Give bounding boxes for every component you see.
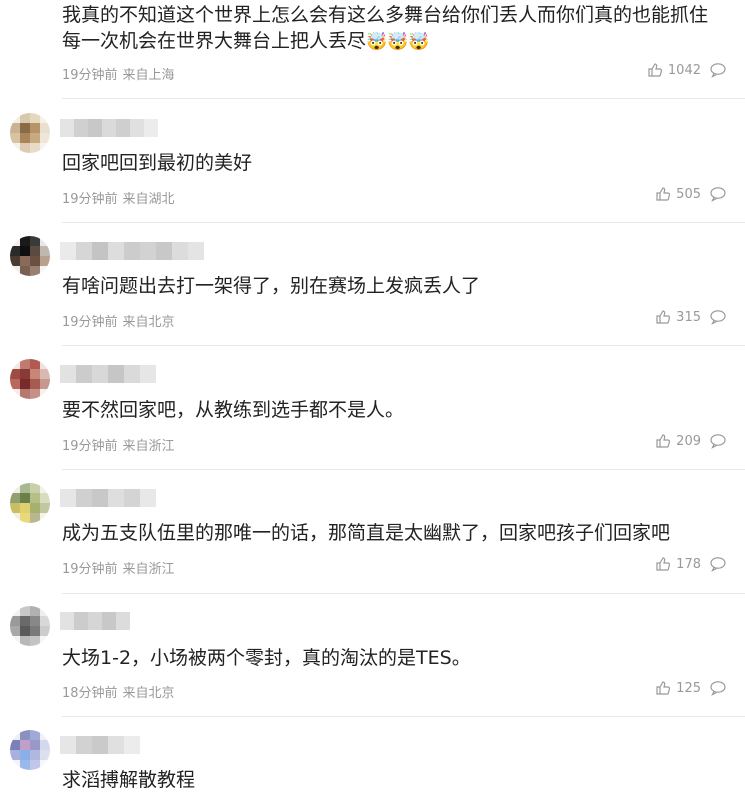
- thumbs-up-icon: [656, 310, 671, 324]
- avatar[interactable]: [10, 236, 50, 276]
- comment-text: 有啥问题出去打一架得了，别在赛场上发疯丢人了: [62, 275, 481, 297]
- reply-button[interactable]: [709, 680, 727, 696]
- comment-meta: 19分钟前 来自上海: [62, 64, 175, 83]
- divider: [62, 593, 745, 594]
- username-blurred[interactable]: [60, 736, 140, 754]
- comment-time: 19分钟前: [62, 192, 118, 207]
- like-button[interactable]: 125: [655, 680, 701, 696]
- username-blurred[interactable]: [60, 119, 158, 137]
- divider: [62, 98, 745, 99]
- emoji: 🤯🤯🤯: [366, 32, 430, 52]
- like-button[interactable]: 505: [655, 186, 701, 202]
- comment-text: 回家吧回到最初的美好: [62, 152, 253, 174]
- comment-actions: 209: [655, 433, 727, 449]
- comment-bubble-icon: [710, 681, 726, 696]
- avatar[interactable]: [10, 730, 50, 770]
- comment-time: 19分钟前: [62, 562, 118, 577]
- comment-meta: 19分钟前 来自浙江: [62, 558, 175, 577]
- like-button[interactable]: 209: [655, 433, 701, 449]
- comment-meta: 19分钟前 来自湖北: [62, 188, 175, 207]
- like-count: 315: [676, 309, 701, 325]
- like-count: 178: [676, 556, 701, 572]
- thumbs-up-icon: [648, 63, 662, 77]
- comment-time: 19分钟前: [62, 315, 118, 330]
- comment-actions: 315: [655, 309, 727, 325]
- comment-text: 求滔搏解散教程: [62, 769, 196, 791]
- divider: [62, 469, 745, 470]
- comment-text: 成为五支队伍里的那唯一的话，那简直是太幽默了，回家吧孩子们回家吧: [62, 522, 671, 544]
- comment-bubble-icon: [710, 187, 726, 202]
- comment-meta: 18分钟前 来自北京: [62, 682, 175, 701]
- comment-bubble-icon: [710, 434, 726, 449]
- comment-time: 19分钟前: [62, 68, 118, 83]
- comment-location: 来自浙江: [122, 439, 175, 454]
- reply-button[interactable]: [709, 433, 727, 449]
- divider: [62, 345, 745, 346]
- comment-actions: 178: [655, 556, 727, 572]
- avatar[interactable]: [10, 113, 50, 153]
- like-button[interactable]: 315: [655, 309, 701, 325]
- divider: [62, 222, 745, 223]
- avatar[interactable]: [10, 359, 50, 399]
- thumbs-up-icon: [656, 187, 671, 201]
- comment-location: 来自北京: [122, 315, 175, 330]
- comment-meta: 19分钟前 来自北京: [62, 311, 175, 330]
- like-button[interactable]: 178: [655, 556, 701, 572]
- comment-actions: 1042: [647, 62, 727, 78]
- comment-text: 大场1-2，小场被两个零封，真的淘汰的是TES。: [62, 647, 471, 669]
- thumbs-up-icon: [656, 557, 671, 571]
- username-blurred[interactable]: [60, 365, 156, 383]
- comment-location: 来自浙江: [122, 562, 175, 577]
- avatar[interactable]: [10, 483, 50, 523]
- comment-time: 19分钟前: [62, 439, 118, 454]
- comment-bubble-icon: [710, 310, 726, 325]
- thumbs-up-icon: [656, 681, 671, 695]
- thumbs-up-icon: [656, 434, 671, 448]
- comment-meta: 19分钟前 来自浙江: [62, 435, 175, 454]
- like-button[interactable]: 1042: [647, 62, 701, 78]
- comment-actions: 505: [655, 186, 727, 202]
- username-blurred[interactable]: [60, 489, 156, 507]
- avatar[interactable]: [10, 606, 50, 646]
- comment-location: 来自上海: [122, 68, 175, 83]
- like-count: 1042: [667, 62, 701, 78]
- comment-bubble-icon: [710, 63, 726, 78]
- reply-button[interactable]: [709, 309, 727, 325]
- comment-location: 来自北京: [122, 686, 175, 701]
- like-count: 209: [676, 433, 701, 449]
- comment-text: 要不然回家吧，从教练到选手都不是人。: [62, 399, 405, 421]
- comment-time: 18分钟前: [62, 686, 118, 701]
- reply-button[interactable]: [709, 62, 727, 78]
- reply-button[interactable]: [709, 556, 727, 572]
- like-count: 125: [676, 680, 701, 696]
- comment-actions: 125: [655, 680, 727, 696]
- divider: [62, 716, 745, 717]
- comment-bubble-icon: [710, 557, 726, 572]
- like-count: 505: [676, 186, 701, 202]
- comment-location: 来自湖北: [122, 192, 175, 207]
- username-blurred[interactable]: [60, 242, 204, 260]
- username-blurred[interactable]: [60, 612, 130, 630]
- comment-text: 我真的不知道这个世界上怎么会有这么多舞台给你们丢人而你们真的也能抓住每一次机会在…: [62, 2, 722, 55]
- reply-button[interactable]: [709, 186, 727, 202]
